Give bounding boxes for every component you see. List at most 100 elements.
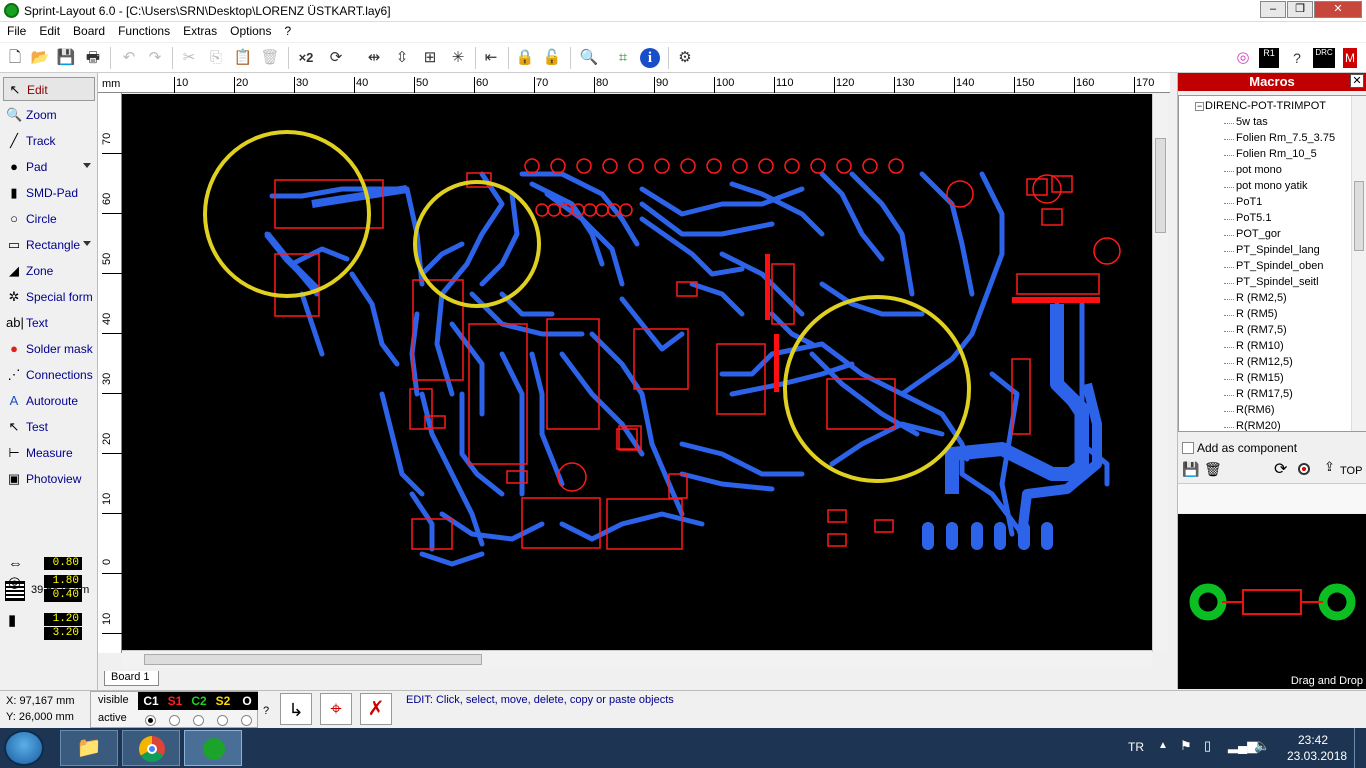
tool-edit[interactable]: ↖ Edit bbox=[3, 77, 95, 101]
macro-item[interactable]: PT_Spindel_lang bbox=[1236, 244, 1320, 256]
pin-header-pad[interactable] bbox=[535, 203, 549, 217]
vertical-scrollbar[interactable] bbox=[1152, 94, 1168, 652]
test-icon[interactable]: ? bbox=[1286, 47, 1308, 69]
unlock-icon[interactable]: 🔓 bbox=[541, 47, 563, 69]
signal-icon[interactable]: ▂▄▆ bbox=[1228, 738, 1257, 754]
red-bar[interactable] bbox=[1012, 297, 1100, 303]
macro-item[interactable]: R (RM5) bbox=[1236, 308, 1278, 320]
pad[interactable] bbox=[1018, 522, 1030, 550]
vscroll-thumb[interactable] bbox=[1155, 138, 1166, 233]
red-bar[interactable] bbox=[765, 254, 770, 320]
pcb-canvas[interactable] bbox=[122, 94, 1152, 650]
pin-header-pad[interactable] bbox=[862, 158, 878, 174]
pad-outer-field[interactable]: 1.80 bbox=[44, 575, 82, 588]
track[interactable] bbox=[559, 511, 705, 542]
macro-item[interactable]: pot mono yatik bbox=[1236, 180, 1308, 192]
track[interactable] bbox=[959, 456, 1025, 537]
tray-expand-icon[interactable]: ▲ bbox=[1158, 740, 1168, 751]
delete-icon[interactable]: 🗑 bbox=[259, 47, 281, 69]
lock-icon[interactable]: 🔒 bbox=[514, 47, 536, 69]
track[interactable] bbox=[499, 351, 525, 497]
macro-item[interactable]: R(RM6) bbox=[1236, 404, 1275, 416]
tool-smd-pad[interactable]: ▮ SMD-Pad bbox=[3, 181, 95, 205]
cut-icon[interactable]: ✂ bbox=[178, 47, 200, 69]
component-outline[interactable] bbox=[1016, 273, 1100, 295]
track[interactable] bbox=[419, 551, 485, 567]
crop-icon[interactable]: ⌗ bbox=[612, 47, 634, 69]
pin-header-pad[interactable] bbox=[602, 158, 618, 174]
component-outline[interactable] bbox=[557, 462, 587, 492]
tool-rectangle[interactable]: ▭ Rectangle bbox=[3, 233, 95, 257]
tool-connections[interactable]: ⋰ Connections bbox=[3, 363, 95, 387]
macro-item[interactable]: PoT1 bbox=[1236, 196, 1262, 208]
macro-item[interactable]: R (RM7,5) bbox=[1236, 324, 1287, 336]
layer-help[interactable]: ? bbox=[263, 705, 269, 717]
pin-header-pad[interactable] bbox=[732, 158, 748, 174]
record-icon[interactable] bbox=[1298, 463, 1310, 475]
snap-icon[interactable]: ⌖ bbox=[320, 693, 352, 725]
start-button[interactable] bbox=[4, 730, 44, 766]
macro-item[interactable]: Folien Rm_10_5 bbox=[1236, 148, 1317, 160]
track[interactable] bbox=[449, 321, 485, 417]
smd-width-field[interactable]: 1.20 bbox=[44, 613, 82, 626]
pin-header-pad[interactable] bbox=[550, 158, 566, 174]
macro-preview[interactable]: Drag and Drop bbox=[1178, 514, 1366, 689]
pad[interactable] bbox=[1041, 522, 1053, 550]
maximize-button[interactable]: ❐ bbox=[1287, 1, 1313, 18]
language-indicator[interactable]: TR bbox=[1128, 740, 1144, 754]
component-outline[interactable] bbox=[1026, 178, 1048, 196]
tool-zone[interactable]: ◢ Zone bbox=[3, 259, 95, 283]
pin-header-pad[interactable] bbox=[706, 158, 722, 174]
rotate-icon[interactable]: ⟳ bbox=[325, 47, 347, 69]
tool-track[interactable]: ╱ Track bbox=[3, 129, 95, 153]
save-icon[interactable]: 💾 bbox=[55, 47, 77, 69]
component-outline[interactable] bbox=[1093, 237, 1121, 265]
track[interactable] bbox=[439, 511, 545, 542]
menu-extras[interactable]: Extras bbox=[176, 22, 223, 38]
track[interactable] bbox=[559, 351, 645, 457]
pin-header-pad[interactable] bbox=[784, 158, 800, 174]
dropdown-arrow-icon[interactable] bbox=[83, 163, 91, 168]
macro-item[interactable]: R(RM20) bbox=[1236, 420, 1281, 431]
track[interactable] bbox=[419, 241, 465, 277]
chrome-taskbar-icon[interactable] bbox=[122, 730, 180, 766]
tool-special-form[interactable]: ✲ Special form bbox=[3, 285, 95, 309]
delete-macro-icon[interactable]: 🗑 bbox=[1204, 461, 1222, 478]
print-icon[interactable]: 🖶 bbox=[82, 47, 104, 69]
paste-icon[interactable]: 📋 bbox=[232, 47, 254, 69]
minimize-button[interactable]: – bbox=[1260, 1, 1286, 18]
track[interactable] bbox=[819, 171, 885, 262]
tool-autoroute[interactable]: A Autoroute bbox=[3, 389, 95, 413]
new-icon[interactable]: 🗋 bbox=[4, 47, 26, 69]
pin-header-pad[interactable] bbox=[654, 158, 670, 174]
pin-header-pad[interactable] bbox=[583, 203, 597, 217]
track[interactable] bbox=[529, 181, 605, 267]
tool-measure[interactable]: ⊢ Measure bbox=[3, 441, 95, 465]
pad-view-icon[interactable]: ◎ bbox=[1232, 47, 1254, 69]
track[interactable] bbox=[689, 281, 745, 317]
info-icon[interactable]: i bbox=[640, 48, 660, 68]
macro-item[interactable]: PT_Spindel_oben bbox=[1236, 260, 1323, 272]
macro-item[interactable]: pot mono bbox=[1236, 164, 1282, 176]
macro-item[interactable]: Folien Rm_7.5_3.75 bbox=[1236, 132, 1335, 144]
group-icon[interactable]: ⊞ bbox=[419, 47, 441, 69]
tab-board-1[interactable]: Board 1 bbox=[104, 671, 159, 686]
device-icon[interactable]: ▯ bbox=[1204, 738, 1211, 754]
highlight-circle[interactable] bbox=[783, 295, 971, 483]
add-as-component-checkbox[interactable] bbox=[1182, 442, 1194, 454]
pin-header-pad[interactable] bbox=[836, 158, 852, 174]
pin-header-pad[interactable] bbox=[758, 158, 774, 174]
macro-tree[interactable]: DIRENC-POT-TRIMPOT − 5w tas Folien Rm_7.5… bbox=[1178, 95, 1366, 432]
red-bar[interactable] bbox=[774, 334, 779, 392]
pad[interactable] bbox=[946, 522, 958, 550]
tool-circle[interactable]: ○ Circle bbox=[3, 207, 95, 231]
mirror-h-icon[interactable]: ⇹ bbox=[363, 47, 385, 69]
layer-active-radio-o[interactable] bbox=[241, 715, 252, 726]
layer-toggle-s2[interactable]: S2 bbox=[212, 693, 234, 709]
top-layer-icon[interactable]: ⇪ bbox=[1324, 459, 1335, 475]
show-desktop-button[interactable] bbox=[1354, 728, 1366, 768]
dropdown-arrow-icon[interactable] bbox=[83, 241, 91, 246]
pin-header-pad[interactable] bbox=[888, 158, 904, 174]
macros-close-button[interactable]: ✕ bbox=[1350, 74, 1364, 88]
tree-collapse-icon[interactable]: − bbox=[1195, 102, 1204, 111]
